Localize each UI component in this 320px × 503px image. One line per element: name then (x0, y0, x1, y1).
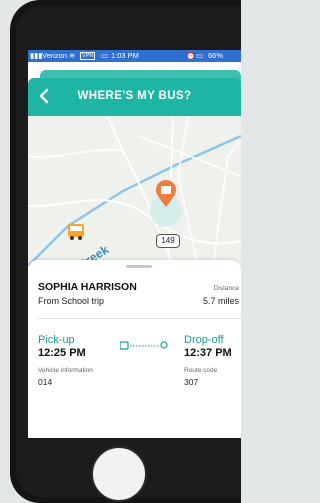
battery-percent: 66% (208, 51, 224, 60)
route-code-value: 307 (184, 377, 199, 387)
pickup-label: Pick-up (38, 334, 75, 346)
vehicle-value: 014 (38, 377, 53, 387)
map-canvas (28, 116, 241, 266)
map-view[interactable]: 149 t Neck Creek kabo (28, 116, 241, 266)
route-code-label: Route code (184, 367, 218, 374)
status-bar: ▮▮▮ Verizon ≋ VPN ▭ 1:03 PM ⏰ ▭ 66% (28, 50, 241, 62)
home-button[interactable] (91, 446, 147, 502)
carrier-label: Verizon (42, 51, 68, 60)
page-title: WHERE'S MY BUS? (77, 90, 192, 102)
signal-icon: ▮▮▮ (30, 51, 43, 60)
drag-handle[interactable] (126, 265, 152, 268)
distance-label: Distance (213, 285, 239, 292)
trip-origin: From School trip (38, 296, 105, 306)
dropoff-time: 12:37 PM (184, 347, 232, 359)
status-time: 1:03 PM (111, 51, 139, 60)
route-progress (120, 341, 168, 350)
distance-value: 5.7 miles (202, 296, 239, 306)
vehicle-label: Vehicle information (38, 367, 93, 374)
wifi-icon: ≋ (69, 51, 76, 60)
trip-details-sheet[interactable]: SOPHIA HARRISON From School trip Distanc… (28, 260, 241, 438)
divider (38, 318, 241, 319)
school-pin-icon[interactable] (154, 180, 178, 208)
dropoff-label: Drop-off (184, 334, 224, 346)
app-header: WHERE'S MY BUS? (28, 78, 241, 116)
pin-small-icon (160, 341, 168, 349)
student-name: SOPHIA HARRISON (38, 281, 137, 293)
screen-mirror-icon: ▭ (101, 51, 109, 60)
alarm-icon: ⏰ (186, 51, 196, 60)
bus-icon[interactable] (66, 222, 86, 242)
screen-icon: ▭ (196, 51, 204, 60)
vpn-badge: VPN (80, 52, 96, 60)
pickup-time: 12:25 PM (38, 347, 86, 359)
highway-shield: 149 (156, 234, 180, 248)
app-screen: ▮▮▮ Verizon ≋ VPN ▭ 1:03 PM ⏰ ▭ 66% WHER… (28, 50, 241, 438)
bus-small-icon (120, 341, 129, 350)
